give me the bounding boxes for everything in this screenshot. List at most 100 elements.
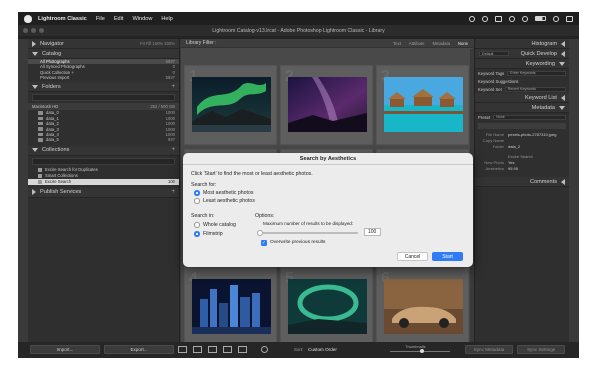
right-panel: Histogram Default Quick Develop Keywordi… [474,39,569,342]
navigator-header[interactable]: Navigator Fit Fill 100% 200% [28,39,179,49]
expand-triangle-icon [32,51,38,56]
filter-text[interactable]: Text [393,41,401,46]
record-icon[interactable] [469,15,475,22]
add-publish-service-icon[interactable]: + [171,189,175,195]
filmstrip-radio[interactable] [194,231,200,237]
grid-cell[interactable]: 2 [280,65,373,145]
menu-window[interactable]: Window [132,16,152,22]
filter-metadata[interactable]: Metadata [433,41,450,46]
close-window-button[interactable] [23,28,28,33]
metadata-value[interactable]: pexels-photo-2787310.jpeg [508,132,556,137]
survey-view-icon[interactable] [223,346,232,353]
metadata-value[interactable]: data_2 [508,144,520,149]
quick-develop-preset[interactable]: Default [479,50,509,58]
collections-header[interactable]: Collections + [28,145,179,156]
photo-thumbnail-city-night[interactable] [192,279,271,334]
menu-file[interactable]: File [96,16,105,22]
photo-thumbnail-milky-way[interactable] [288,77,367,132]
preset-select[interactable]: Default [479,51,509,56]
publish-services-header[interactable]: Publish Services + [28,187,179,198]
people-view-icon[interactable] [238,346,247,353]
metadata-row: Folder data_2 [475,143,569,149]
import-button[interactable]: Import... [30,345,100,354]
grid-view-icon[interactable] [178,346,187,353]
max-results-input[interactable]: 100 [364,228,381,236]
compare-view-icon[interactable] [208,346,217,353]
battery-icon[interactable] [535,16,546,21]
quick-develop-header[interactable]: Default Quick Develop [475,49,569,59]
max-results-slider-knob[interactable] [257,229,263,236]
overwrite-label[interactable]: Overwrite previous results [270,240,325,245]
folder-item[interactable]: data_5 937 [28,137,179,142]
photo-thumbnail-sports-car[interactable] [384,279,463,334]
cancel-button[interactable]: Cancel [397,252,428,261]
grid-cell[interactable]: 6 [376,267,469,347]
most-aesthetic-label[interactable]: Most aesthetic photos [203,190,253,196]
keywording-header[interactable]: Keywording [475,59,569,69]
sync-settings-button[interactable]: Sync Settings [517,345,565,354]
catalog-header[interactable]: Catalog [28,49,179,59]
overwrite-checkbox[interactable]: ✓ [261,240,267,246]
comments-label: Comments [529,178,557,185]
catalog-item-count: 5937 [165,59,175,65]
wifi-icon[interactable] [509,15,515,22]
menu-help[interactable]: Help [161,16,173,22]
grid-cell[interactable]: 3 [376,65,469,145]
gear-icon[interactable] [522,15,528,22]
metadata-header[interactable]: Metadata [475,103,569,113]
thumbnail-size-knob[interactable] [420,349,424,353]
folders-header[interactable]: Folders + [28,82,179,93]
start-button[interactable]: Start [432,252,463,261]
apple-icon[interactable] [24,14,32,23]
grid-cell[interactable]: 5 [280,267,373,347]
catalog-item-label: Quick Collection + [40,69,74,75]
catalog-item-previous-import[interactable]: Previous Import 5937 [28,75,179,80]
search-icon[interactable] [553,15,559,22]
flag-icon[interactable] [495,15,502,22]
sort-order-select[interactable]: Custom Order [308,347,337,352]
add-collection-icon[interactable]: + [171,147,175,153]
export-button[interactable]: Export... [104,345,174,354]
minimize-window-button[interactable] [31,28,36,33]
grid-cell[interactable]: 4 [184,267,277,347]
keywording-label: Keywording [525,60,555,67]
add-folder-icon[interactable]: + [171,84,175,90]
most-aesthetic-radio[interactable] [194,190,200,196]
menu-edit[interactable]: Edit [114,16,124,22]
collection-filter-field[interactable] [32,157,175,165]
collection-item-selected[interactable]: Excire Search 100 [28,178,179,185]
photo-thumbnail-aurora-circle[interactable] [288,279,367,334]
filmstrip-label[interactable]: Filmstrip [203,231,223,237]
whole-catalog-label[interactable]: Whole catalog [203,222,236,228]
photo-thumbnail-aurora[interactable] [192,77,271,132]
filter-attribute[interactable]: Attribute [409,41,425,46]
grid-cell[interactable]: 1 [184,65,277,145]
photo-thumbnail-overwater-bungalows[interactable] [384,77,463,132]
collection-label: Excire Search for Duplicates [45,167,98,173]
least-aesthetic-radio[interactable] [194,198,200,204]
max-results-slider[interactable] [258,232,358,234]
metadata-row: Aesthetics 95.95 [475,165,569,171]
zoom-window-button[interactable] [39,28,44,33]
metadata-preset-select[interactable]: None [493,114,566,120]
spray-can-icon[interactable] [261,346,268,353]
histogram-header[interactable]: Histogram [475,39,569,49]
comments-header[interactable]: Comments [475,177,569,187]
moon-icon[interactable] [482,15,488,22]
drive-row[interactable]: Macintosh HD 252 / 500 GB [28,103,179,111]
navigator-zoom-options[interactable]: Fit Fill 100% 200% [140,41,175,46]
metadata-key: New Photo [484,159,504,165]
least-aesthetic-label[interactable]: Least aesthetic photos [203,198,255,204]
keyword-list-header[interactable]: Keyword List [475,93,569,103]
menu-app-name[interactable]: Lightroom Classic [38,16,87,22]
filter-none[interactable]: None [458,41,468,46]
keyword-tags-select[interactable]: Enter Keywords [507,70,566,76]
collection-label: Excire Search [45,179,72,185]
folder-filter-field[interactable] [32,94,175,102]
keyword-set-select[interactable]: Recent Keywords [504,86,566,92]
sync-metadata-button[interactable]: Sync Metadata [465,345,513,354]
whole-catalog-radio[interactable] [194,222,200,228]
control-center-icon[interactable] [566,15,573,22]
keyword-suggestions-label: Keyword Suggestions [478,78,519,84]
loupe-view-icon[interactable] [193,346,202,353]
